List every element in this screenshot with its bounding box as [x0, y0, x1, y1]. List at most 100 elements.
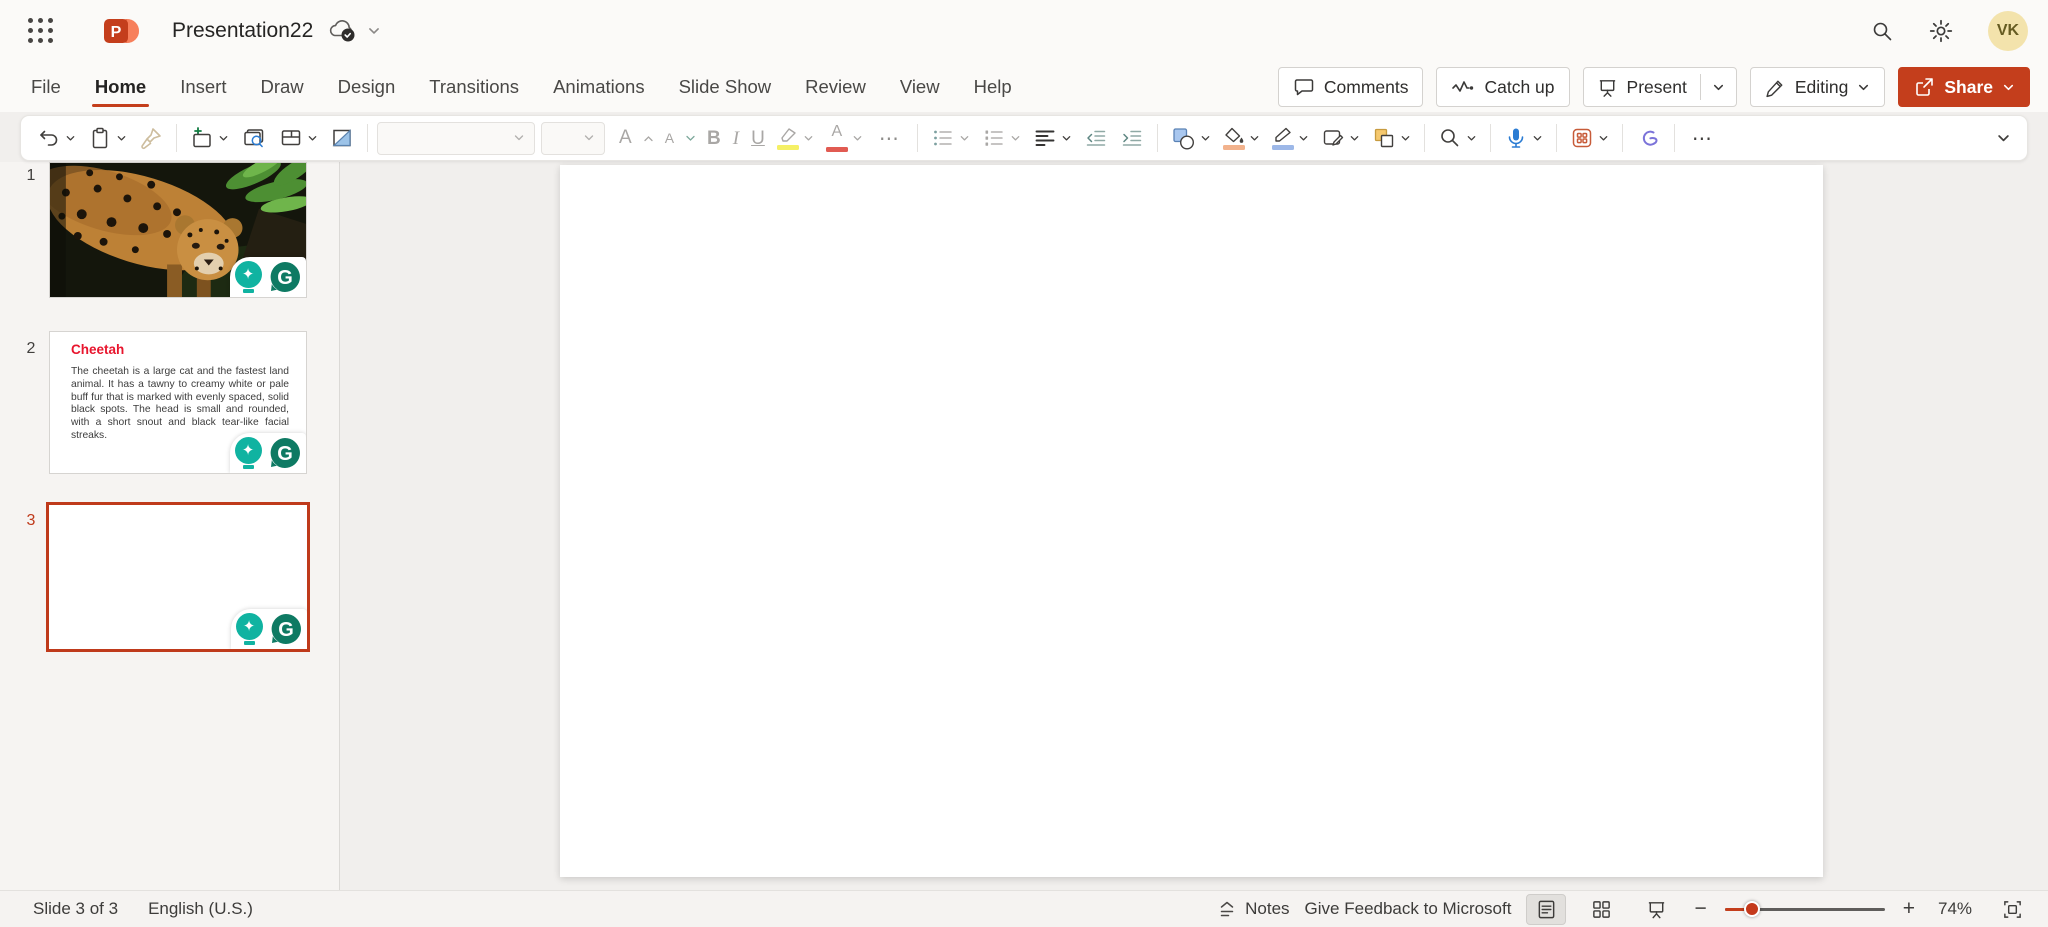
grammarly-badge[interactable]: ✦ G: [230, 433, 306, 473]
font-size-combobox: [541, 122, 605, 155]
comments-button[interactable]: Comments: [1278, 67, 1424, 107]
document-title[interactable]: Presentation22: [172, 19, 313, 43]
title-chevron-down-icon[interactable]: [367, 24, 381, 38]
slide-counter: Slide 3 of 3: [33, 899, 118, 919]
outline-chevron-icon: [1298, 133, 1309, 144]
reuse-slides-button[interactable]: [235, 119, 273, 157]
new-slide-button[interactable]: [184, 119, 235, 157]
zoom-slider[interactable]: [1725, 901, 1885, 917]
format-shape-chevron-icon: [1349, 133, 1360, 144]
slide-3-thumbnail-selected[interactable]: ✦ G: [46, 502, 310, 652]
decrease-indent-button[interactable]: [1078, 119, 1114, 157]
slide-2-body-text: The cheetah is a large cat and the faste…: [71, 366, 289, 443]
design-ideas-button[interactable]: [1564, 119, 1615, 157]
align-text-button[interactable]: [1027, 119, 1078, 157]
present-dropdown-chevron[interactable]: [1701, 68, 1736, 106]
normal-view-button[interactable]: [1526, 894, 1566, 925]
zoom-level[interactable]: 74%: [1933, 899, 1977, 919]
grammarly-suggestion-icon: ✦: [236, 613, 263, 646]
arrange-button[interactable]: [1366, 119, 1417, 157]
dictate-button[interactable]: [1498, 119, 1549, 157]
zoom-in-button[interactable]: +: [1900, 897, 1918, 921]
grammarly-logo-icon: G: [268, 260, 302, 294]
tab-animations[interactable]: Animations: [536, 62, 662, 112]
app-launcher-icon[interactable]: [28, 18, 54, 44]
tab-insert[interactable]: Insert: [163, 62, 243, 112]
search-icon[interactable]: [1870, 19, 1894, 43]
slide-3-number: 3: [20, 512, 42, 530]
font-name-chevron-icon: [513, 132, 525, 144]
feedback-link[interactable]: Give Feedback to Microsoft: [1305, 899, 1512, 919]
catch-up-pulse-icon: [1451, 77, 1475, 97]
bold-button: B: [701, 119, 727, 157]
user-avatar[interactable]: VK: [1988, 11, 2028, 51]
shrink-font-button: A: [659, 119, 701, 157]
fit-to-window-button[interactable]: [1992, 894, 2032, 925]
slide-2-title: Cheetah: [71, 342, 288, 357]
language-button[interactable]: English (U.S.): [148, 899, 253, 919]
grammarly-logo-icon: G: [268, 436, 302, 470]
font-color-button: A: [820, 119, 869, 157]
tab-home[interactable]: Home: [78, 62, 163, 112]
slide-canvas[interactable]: [560, 165, 1823, 877]
tab-review[interactable]: Review: [788, 62, 883, 112]
grammarly-badge[interactable]: ✦ G: [231, 609, 307, 649]
tab-file[interactable]: File: [14, 62, 78, 112]
present-button[interactable]: Present: [1584, 68, 1700, 106]
bullets-chevron-icon: [959, 133, 970, 144]
font-size-chevron-icon: [583, 132, 595, 144]
numbering-button: [976, 119, 1027, 157]
paste-button[interactable]: [82, 119, 133, 157]
paste-chevron-icon: [116, 133, 127, 144]
slide-2-number: 2: [20, 340, 42, 358]
layout-chevron-icon: [307, 133, 318, 144]
design-ideas-chevron-icon: [1598, 133, 1609, 144]
grammarly-badge[interactable]: ✦ G: [230, 257, 306, 297]
copilot-button[interactable]: [1630, 119, 1667, 157]
shape-outline-button[interactable]: [1266, 119, 1315, 157]
designer-button[interactable]: [324, 119, 360, 157]
tab-view[interactable]: View: [883, 62, 957, 112]
grow-caret-icon: [644, 135, 653, 142]
slide-2-thumbnail[interactable]: Cheetah The cheetah is a large cat and t…: [49, 331, 307, 474]
text-highlight-button: [771, 119, 820, 157]
tab-transitions[interactable]: Transitions: [412, 62, 536, 112]
tab-draw[interactable]: Draw: [244, 62, 321, 112]
shapes-chevron-icon: [1200, 133, 1211, 144]
svg-text:G: G: [278, 619, 294, 641]
more-commands-button[interactable]: ⋯: [1682, 119, 1723, 157]
slide-1-thumbnail[interactable]: ✦ G: [49, 162, 307, 298]
font-color-chevron-icon: [852, 133, 863, 144]
svg-text:P: P: [111, 24, 122, 41]
saved-to-cloud-icon[interactable]: [327, 18, 357, 44]
settings-gear-icon[interactable]: [1928, 18, 1954, 44]
undo-button[interactable]: [31, 119, 82, 157]
tab-help[interactable]: Help: [957, 62, 1029, 112]
tab-slide-show[interactable]: Slide Show: [662, 62, 789, 112]
catch-up-button[interactable]: Catch up: [1436, 67, 1569, 107]
notes-toggle-button[interactable]: Notes: [1217, 899, 1289, 919]
shape-fill-button[interactable]: [1217, 119, 1266, 157]
shrink-caret-icon: [686, 135, 695, 142]
find-button[interactable]: [1432, 119, 1483, 157]
highlight-chevron-icon: [803, 133, 814, 144]
editing-mode-button[interactable]: Editing: [1750, 67, 1886, 107]
grammarly-suggestion-icon: ✦: [235, 261, 262, 294]
collapse-ribbon-chevron[interactable]: [1990, 119, 2017, 157]
slideshow-view-button[interactable]: [1636, 894, 1676, 925]
zoom-slider-knob[interactable]: [1744, 901, 1760, 917]
normal-view-icon: [1536, 899, 1557, 920]
format-shape-button[interactable]: [1315, 119, 1366, 157]
slide-sorter-view-button[interactable]: [1581, 894, 1621, 925]
share-button[interactable]: Share: [1898, 67, 2030, 107]
slide-1-number: 1: [20, 167, 42, 185]
workspace: A A B I U A ⋯: [0, 112, 2048, 890]
slide-layout-button[interactable]: [273, 119, 324, 157]
tab-design[interactable]: Design: [321, 62, 413, 112]
zoom-out-button[interactable]: −: [1691, 897, 1709, 921]
more-font-options-button: ⋯: [869, 119, 910, 157]
fit-to-window-icon: [2002, 899, 2023, 920]
increase-indent-button[interactable]: [1114, 119, 1150, 157]
grow-font-button: A: [613, 119, 659, 157]
shapes-button[interactable]: [1165, 119, 1217, 157]
